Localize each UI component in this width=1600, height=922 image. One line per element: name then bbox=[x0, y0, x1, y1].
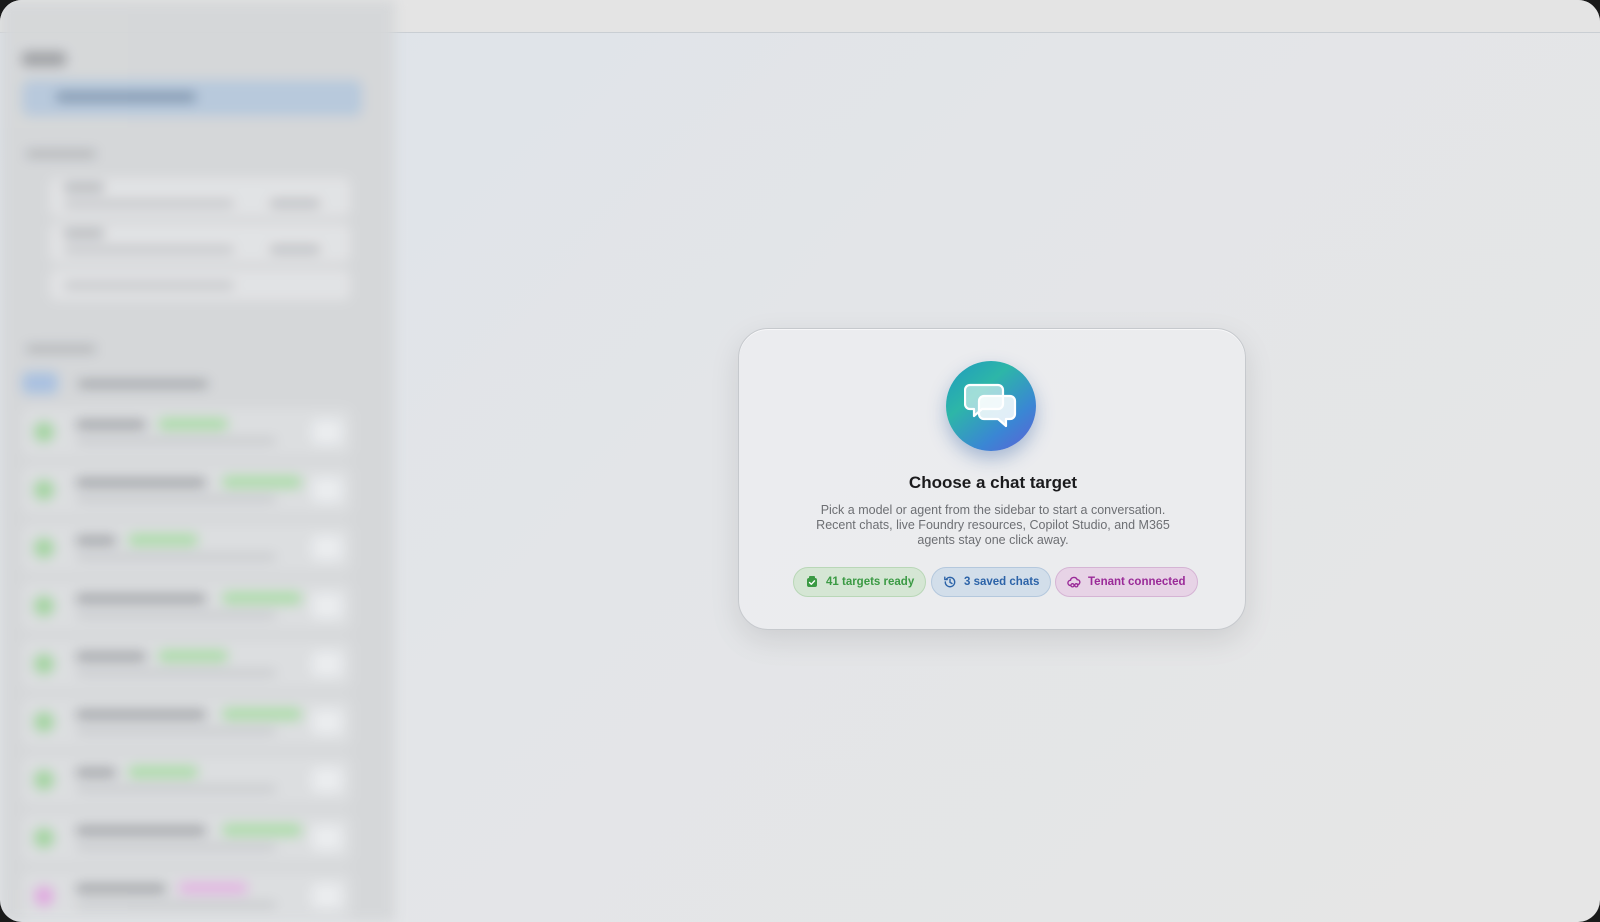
sidebar-title bbox=[22, 52, 66, 66]
tenant-connected-label: Tenant connected bbox=[1088, 576, 1186, 588]
app-window: Choose a chat target Pick a model or age… bbox=[0, 0, 1600, 922]
recent-chat-item[interactable] bbox=[50, 178, 350, 216]
sidebar-new-chat-label bbox=[56, 92, 196, 102]
empty-state-description: Pick a model or agent from the sidebar t… bbox=[816, 503, 1170, 547]
target-row[interactable] bbox=[22, 698, 352, 746]
recent-chat-item[interactable] bbox=[50, 270, 350, 300]
history-icon bbox=[944, 576, 956, 588]
recent-chat-item[interactable] bbox=[50, 224, 350, 262]
target-row[interactable] bbox=[22, 408, 352, 456]
filter-chip[interactable] bbox=[22, 372, 58, 394]
sidebar bbox=[0, 0, 395, 922]
target-row[interactable] bbox=[22, 582, 352, 630]
target-row[interactable] bbox=[22, 814, 352, 862]
sidebar-section-recent bbox=[26, 150, 96, 158]
chat-bubbles-icon bbox=[946, 361, 1036, 451]
empty-state-card: Choose a chat target Pick a model or age… bbox=[738, 328, 1246, 630]
target-row[interactable] bbox=[22, 466, 352, 514]
target-row[interactable] bbox=[22, 640, 352, 688]
target-row[interactable] bbox=[22, 872, 352, 920]
sidebar-section-targets bbox=[26, 345, 96, 353]
filter-label bbox=[78, 380, 208, 388]
target-row[interactable] bbox=[22, 756, 352, 804]
package-check-icon bbox=[807, 576, 817, 587]
cloud-link-icon bbox=[1067, 576, 1081, 588]
empty-state-title: Choose a chat target bbox=[908, 473, 1078, 492]
saved-chats-label: 3 saved chats bbox=[964, 576, 1040, 588]
targets-ready-badge: 41 targets ready bbox=[793, 567, 927, 597]
saved-chats-badge: 3 saved chats bbox=[931, 567, 1052, 597]
target-row[interactable] bbox=[22, 524, 352, 572]
tenant-connected-badge: Tenant connected bbox=[1055, 567, 1198, 597]
targets-ready-label: 41 targets ready bbox=[826, 576, 915, 588]
